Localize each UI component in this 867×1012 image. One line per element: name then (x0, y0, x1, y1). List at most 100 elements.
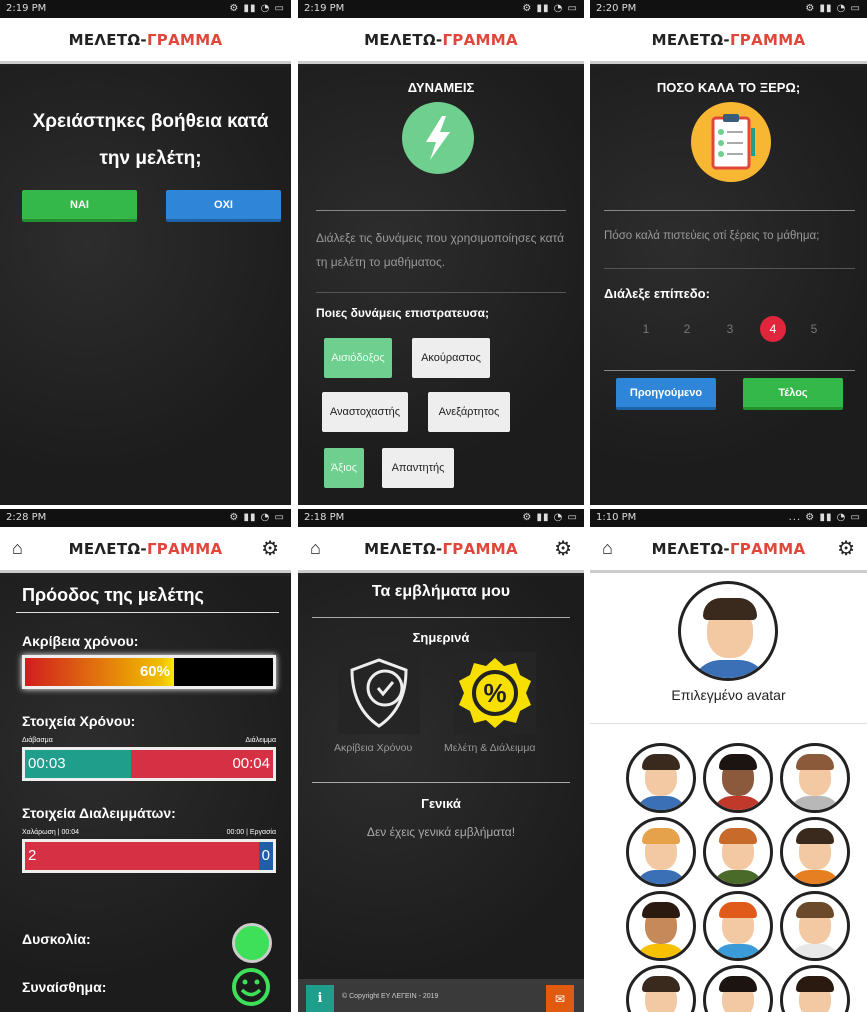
status-time: 2:20 PM (596, 3, 637, 14)
lightning-icon (402, 102, 474, 174)
gear-icon[interactable]: ⚙ (837, 536, 855, 561)
status-bar: 1:10 PM ... ⚙ ▮▮ ◔ ▭ (590, 509, 867, 527)
yes-button[interactable]: ΝΑΙ (22, 190, 137, 222)
today-heading: Σημερινά (412, 630, 470, 645)
accuracy-value: 60% (139, 663, 170, 680)
gear-icon[interactable]: ⚙ (261, 536, 279, 561)
status-bar: 2:19 PM ⚙ ▮▮ ◔ ▭ (0, 0, 291, 18)
footer: i © Copyright ΕΥ ΛΕΓΕΙΝ - 2019 ✉ (298, 979, 584, 1012)
status-time: 2:18 PM (304, 512, 345, 523)
avatar-option[interactable] (626, 743, 696, 813)
app-bar: ⌂ ΜΕΛΕΤΩ-ΓΡΑΜΜΑ ⚙ (590, 527, 867, 573)
divider (604, 268, 855, 269)
avatar-option[interactable] (626, 965, 696, 1012)
avatar-option[interactable] (780, 891, 850, 961)
avatar-option[interactable] (703, 817, 773, 887)
choose-level-label: Διάλεξε επίπεδο: (604, 286, 710, 301)
status-time: 2:19 PM (304, 3, 345, 14)
level-option-1[interactable]: 1 (635, 318, 657, 340)
level-option-3[interactable]: 3 (719, 318, 741, 340)
app-logo: ΜΕΛΕΤΩ-ΓΡΑΜΜΑ (68, 31, 223, 49)
strength-chip-tireless[interactable]: Ακούραστος (412, 338, 490, 378)
mail-icon[interactable]: ✉ (546, 985, 574, 1012)
help-question: Χρειάστηκες βοήθεια κατά την μελέτη; (32, 111, 269, 169)
badge-study-label: Μελέτη & Διάλειμμα (444, 742, 536, 754)
status-bar: 2:20 PM ⚙ ▮▮ ◔ ▭ (590, 0, 867, 18)
screen-knowledge-level: 2:20 PM ⚙ ▮▮ ◔ ▭ ΜΕΛΕΤΩ-ΓΡΑΜΜΑ ΠΟΣΟ ΚΑΛΑ … (590, 0, 867, 505)
divider (590, 723, 867, 724)
shield-clock-icon (338, 652, 420, 734)
avatar-option[interactable] (703, 743, 773, 813)
status-icons: ⚙ ▮▮ ◔ ▭ (229, 512, 285, 523)
avatar-option[interactable] (703, 891, 773, 961)
divider (316, 292, 566, 293)
status-icons: ... ⚙ ▮▮ ◔ ▭ (788, 512, 861, 523)
strengths-description: Διάλεξε τις δυνάμεις που χρησιμοποίησες … (316, 231, 565, 269)
avatar-option[interactable] (703, 965, 773, 1012)
status-icons: ⚙ ▮▮ ◔ ▭ (522, 3, 578, 14)
screen-help-question: 2:19 PM ⚙ ▮▮ ◔ ▭ ΜΕΛΕΤΩ-ΓΡΑΜΜΑ Χρειάστηκε… (0, 0, 291, 505)
app-logo: ΜΕΛΕΤΩ-ΓΡΑΜΜΑ (651, 31, 806, 49)
strength-chip-optimistic[interactable]: Αισιόδοξος (324, 338, 392, 378)
app-bar: ⌂ ΜΕΛΕΤΩ-ΓΡΑΜΜΑ ⚙ (298, 527, 584, 573)
gear-icon[interactable]: ⚙ (554, 536, 572, 561)
strength-chip-independent[interactable]: Ανεξάρτητος (428, 392, 510, 432)
copyright-text: © Copyright ΕΥ ΛΕΓΕΙΝ - 2019 (342, 993, 439, 1000)
status-time: 2:28 PM (6, 512, 47, 523)
screen-badges: 2:18 PM ⚙ ▮▮ ◔ ▭ ⌂ ΜΕΛΕΤΩ-ΓΡΑΜΜΑ ⚙ Τα εμβ… (298, 509, 584, 1012)
info-icon[interactable]: i (306, 985, 334, 1012)
general-heading: Γενικά (421, 796, 461, 811)
progress-title: Πρόοδος της μελέτης (22, 585, 204, 605)
relax-count: 2 (28, 847, 37, 864)
level-option-5[interactable]: 5 (803, 318, 825, 340)
reading-label: Διάβασμα (22, 737, 53, 744)
strength-chip-reflective[interactable]: Αναστοχαστής (322, 392, 408, 432)
divider (604, 210, 855, 211)
status-bar: 2:28 PM ⚙ ▮▮ ◔ ▭ (0, 509, 291, 527)
screen-avatar: 1:10 PM ... ⚙ ▮▮ ◔ ▭ ⌂ ΜΕΛΕΤΩ-ΓΡΑΜΜΑ ⚙ Επ… (590, 509, 867, 1012)
accuracy-bar: 60% (22, 655, 276, 689)
smiley-icon (232, 968, 270, 1006)
app-logo: ΜΕΛΕΤΩ-ΓΡΑΜΜΑ (651, 540, 806, 558)
app-logo: ΜΕΛΕΤΩ-ΓΡΑΜΜΑ (364, 31, 518, 49)
break-time: 00:04 (232, 755, 270, 772)
selected-avatar (678, 581, 778, 681)
strengths-subtitle: Ποιες δυνάμεις επιστρατευσα; (316, 306, 490, 320)
avatar-option[interactable] (780, 743, 850, 813)
strength-chip-responder[interactable]: Απαντητής (382, 448, 454, 488)
feeling-label: Συναίσθημα: (22, 979, 107, 995)
strength-chip-worthy[interactable]: Άξιος (324, 448, 364, 488)
app-bar: ⌂ ΜΕΛΕΤΩ-ΓΡΑΜΜΑ ⚙ (0, 527, 291, 573)
reading-time: 00:03 (28, 755, 66, 772)
status-time: 1:10 PM (596, 512, 637, 523)
status-icons: ⚙ ▮▮ ◔ ▭ (522, 512, 578, 523)
divider (604, 370, 855, 371)
avatar-option[interactable] (780, 817, 850, 887)
time-bar: 00:03 00:04 (22, 747, 276, 781)
clipboard-icon (691, 102, 771, 182)
breaks-bar: 2 0 (22, 839, 276, 873)
status-time: 2:19 PM (6, 3, 47, 14)
divider (16, 612, 279, 613)
app-bar: ΜΕΛΕΤΩ-ΓΡΑΜΜΑ (298, 18, 584, 64)
status-icons: ⚙ ▮▮ ◔ ▭ (805, 3, 861, 14)
difficulty-indicator (232, 923, 272, 963)
level-option-4[interactable]: 4 (760, 316, 786, 342)
avatar-option[interactable] (780, 965, 850, 1012)
status-icons: ⚙ ▮▮ ◔ ▭ (229, 3, 285, 14)
avatar-option[interactable] (626, 891, 696, 961)
strengths-title: ΔΥΝΑΜΕΙΣ (407, 80, 475, 95)
no-button[interactable]: ΟΧΙ (166, 190, 281, 222)
svg-text:%: % (483, 678, 506, 708)
relax-label: Χαλάρωση | 00:04 (22, 829, 80, 836)
level-option-2[interactable]: 2 (676, 318, 698, 340)
app-bar: ΜΕΛΕΤΩ-ΓΡΑΜΜΑ (590, 18, 867, 64)
knowledge-title: ΠΟΣΟ ΚΑΛΑ ΤΟ ΞΕΡΩ; (656, 80, 801, 95)
accuracy-label: Ακρίβεια χρόνου: (22, 633, 139, 649)
knowledge-description: Πόσο καλά πιστεύεις οτί ξέρεις το μάθημα… (604, 230, 820, 242)
previous-button[interactable]: Προηγούμενο (616, 378, 716, 410)
finish-button[interactable]: Τέλος (743, 378, 843, 410)
app-logo: ΜΕΛΕΤΩ-ΓΡΑΜΜΑ (68, 540, 223, 558)
avatar-option[interactable] (626, 817, 696, 887)
time-stats-label: Στοιχεία Χρόνου: (22, 713, 136, 729)
